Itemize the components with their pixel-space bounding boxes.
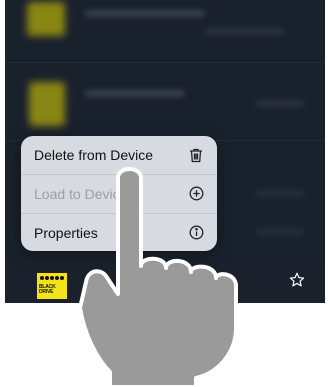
cover-dots [40, 276, 64, 280]
pointing-hand-icon [78, 167, 238, 387]
thumbnail [27, 2, 65, 36]
divider [5, 62, 325, 63]
subtitle-placeholder [255, 228, 305, 235]
subtitle-placeholder [255, 190, 305, 197]
title-placeholder [85, 10, 205, 17]
star-outline-icon[interactable] [288, 271, 306, 289]
list-item[interactable] [5, 70, 325, 130]
cover-text: BLACK DRIVE [39, 284, 56, 295]
title-placeholder [85, 90, 185, 97]
list-item[interactable] [5, 0, 325, 48]
thumbnail [29, 82, 65, 126]
subtitle-placeholder [205, 28, 285, 35]
book-cover: BLACK DRIVE [36, 272, 68, 300]
subtitle-placeholder [255, 100, 305, 107]
